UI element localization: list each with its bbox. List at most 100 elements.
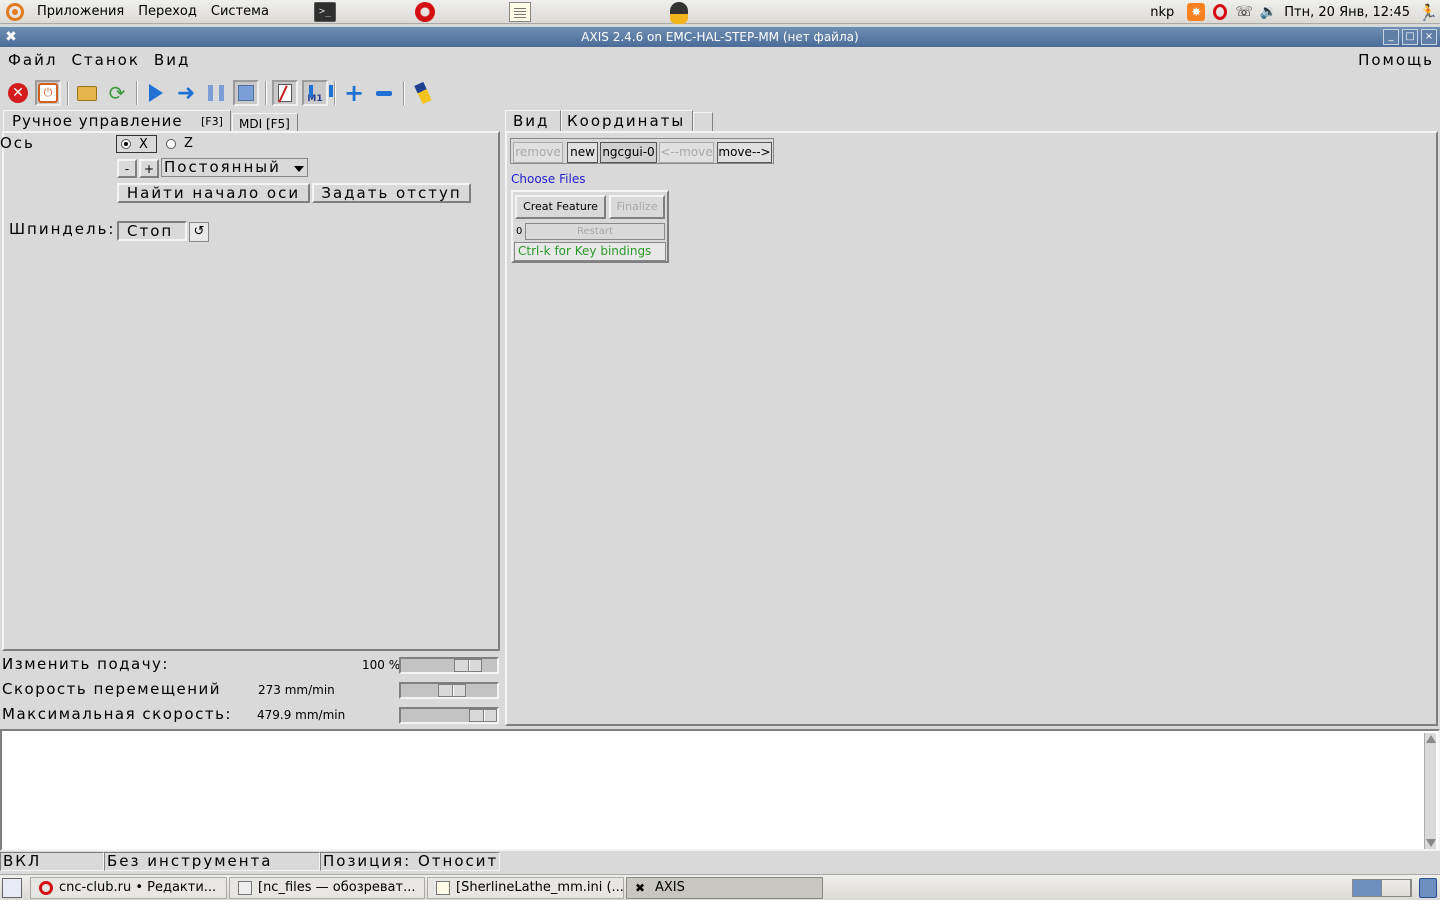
message-scrollbar[interactable]: [1424, 733, 1436, 849]
message-text-area[interactable]: [0, 729, 1440, 851]
estop-icon: ✕: [8, 83, 28, 103]
toolbar-separator: [403, 81, 405, 105]
open-file-button[interactable]: [74, 80, 100, 106]
pause-icon: [208, 85, 224, 101]
radio-dot-icon: [166, 138, 176, 149]
optional-stop-button[interactable]: M1: [302, 80, 328, 106]
scroll-up-icon[interactable]: [1426, 735, 1436, 743]
toolbar-separator: [334, 81, 336, 105]
zoom-in-button[interactable]: +: [341, 80, 367, 106]
window-titlebar[interactable]: ✖ AXIS 2.4.6 on EMC-HAL-STEP-MM (нет фай…: [0, 27, 1440, 47]
ngcgui-control-bar: remove new ngcgui-0 <--move move-->: [510, 138, 774, 164]
maximize-button[interactable]: □: [1402, 29, 1418, 45]
jog-plus-button[interactable]: +: [139, 159, 159, 178]
menu-machine[interactable]: Станок: [63, 51, 145, 69]
step-button[interactable]: ➜: [173, 80, 199, 106]
new-button[interactable]: new: [567, 142, 598, 163]
spindle-state-display[interactable]: Стоп: [117, 221, 187, 241]
choose-files-link[interactable]: Choose Files: [511, 172, 585, 186]
create-feature-button[interactable]: Creat Feature: [515, 195, 606, 219]
axis-x-label: X: [139, 136, 148, 152]
machine-power-button[interactable]: ⏻: [35, 80, 61, 106]
clear-backplot-button[interactable]: [410, 80, 436, 106]
running-man-icon[interactable]: 🏃: [1418, 3, 1438, 22]
minimize-button[interactable]: _: [1383, 29, 1399, 45]
touch-off-button[interactable]: Задать отступ: [312, 183, 471, 203]
feed-override-value: 100 %: [362, 658, 401, 672]
ngcgui-tab-name[interactable]: ngcgui-0: [600, 142, 657, 163]
trash-icon[interactable]: [1419, 878, 1437, 898]
home-axis-button[interactable]: Найти начало оси: [117, 183, 310, 203]
user-name[interactable]: nkp: [1150, 5, 1174, 20]
taskbar-item-file-manager[interactable]: [nc_files — обозреват...: [229, 877, 425, 899]
clock[interactable]: Птн, 20 Янв, 12:45: [1284, 5, 1410, 20]
remove-button[interactable]: remove: [513, 142, 563, 163]
panel-menu-system[interactable]: Система: [204, 0, 276, 24]
file-manager-icon: [238, 881, 252, 895]
move-left-button[interactable]: <--move: [659, 142, 714, 163]
opera-launcher-icon[interactable]: [415, 2, 435, 22]
panel-menu-places[interactable]: Переход: [131, 0, 204, 24]
block-delete-button[interactable]: [272, 80, 298, 106]
taskbar-item-browser[interactable]: cnc-club.ru • Редакти...: [30, 877, 227, 899]
menubar: Файл Станок Вид Помощь: [0, 47, 1440, 73]
restart-button[interactable]: Restart: [525, 223, 665, 240]
tab-coordinates[interactable]: Координаты: [561, 110, 693, 132]
max-velocity-label: Максимальная скорость:: [2, 705, 232, 723]
tab-manual-control[interactable]: Ручное управление [F3]: [3, 110, 231, 132]
run-button[interactable]: [143, 80, 169, 106]
tab-mdi[interactable]: MDI [F5]: [232, 113, 298, 133]
workspace-1[interactable]: [1353, 880, 1382, 896]
jog-speed-thumb[interactable]: [438, 684, 466, 697]
workspace-2[interactable]: [1382, 880, 1411, 896]
axis-app-icon: ✖: [635, 881, 646, 895]
move-right-button[interactable]: move-->: [717, 142, 772, 163]
menu-view[interactable]: Вид: [146, 51, 196, 69]
feed-override-slider[interactable]: [399, 657, 499, 674]
volume-icon[interactable]: 🔉: [1259, 3, 1277, 21]
network-icon[interactable]: ☏: [1235, 3, 1254, 21]
panel-menu-applications[interactable]: Приложения: [30, 0, 131, 24]
jog-speed-slider[interactable]: [399, 682, 499, 699]
axis-x-radio[interactable]: X: [116, 135, 157, 153]
close-window-button[interactable]: ×: [1421, 29, 1437, 45]
taskbar-item-editor[interactable]: [SherlineLathe_mm.ini (...: [427, 877, 624, 899]
max-velocity-slider[interactable]: [399, 707, 499, 724]
tab-preview[interactable]: Вид: [505, 110, 561, 132]
reload-button[interactable]: ⟳: [104, 80, 130, 106]
stop-button[interactable]: [233, 80, 259, 106]
ubuntu-logo-icon[interactable]: [6, 2, 24, 21]
jog-mode-select[interactable]: Постоянный: [161, 158, 308, 177]
pause-button[interactable]: [203, 80, 229, 106]
terminal-launcher-icon[interactable]: >_: [314, 2, 336, 22]
axis-app-icon[interactable]: ✖: [3, 29, 19, 45]
tux-launcher-icon[interactable]: [670, 2, 688, 24]
toolbar-separator: [265, 81, 267, 105]
statusbar: ВКЛ Без инструмента Позиция: Относите: [0, 852, 1440, 871]
estop-button[interactable]: ✕: [5, 80, 31, 106]
tab-ngcgui[interactable]: [693, 112, 713, 132]
max-velocity-value: 479.9 mm/min: [257, 708, 346, 722]
folder-icon: [77, 85, 97, 101]
menu-file[interactable]: Файл: [0, 51, 63, 69]
chevron-down-icon: [294, 166, 304, 172]
taskbar-item-axis[interactable]: ✖ AXIS: [626, 877, 823, 899]
show-desktop-icon[interactable]: [2, 878, 22, 898]
scroll-down-icon[interactable]: [1426, 839, 1436, 847]
ngcgui-panel: remove new ngcgui-0 <--move move--> Choo…: [505, 131, 1438, 726]
finalize-button[interactable]: Finalize: [609, 195, 665, 219]
menu-help[interactable]: Помощь: [1358, 51, 1434, 69]
opera-tray-icon[interactable]: [1211, 3, 1229, 21]
zoom-out-button[interactable]: [371, 80, 397, 106]
jog-speed-value: 273 mm/min: [258, 683, 335, 697]
spindle-rotate-icon[interactable]: ↺: [189, 222, 209, 242]
workspace-switcher[interactable]: [1352, 879, 1412, 897]
text-editor-launcher-icon[interactable]: [509, 2, 531, 22]
feed-override-thumb[interactable]: [454, 659, 482, 672]
max-velocity-thumb[interactable]: [469, 709, 497, 722]
axis-z-label: Z: [184, 136, 193, 151]
jog-minus-button[interactable]: -: [117, 159, 137, 178]
machine-state-status: ВКЛ: [0, 852, 104, 871]
update-notifier-icon[interactable]: ✸: [1187, 3, 1206, 21]
axis-z-radio[interactable]: Z: [166, 136, 193, 151]
